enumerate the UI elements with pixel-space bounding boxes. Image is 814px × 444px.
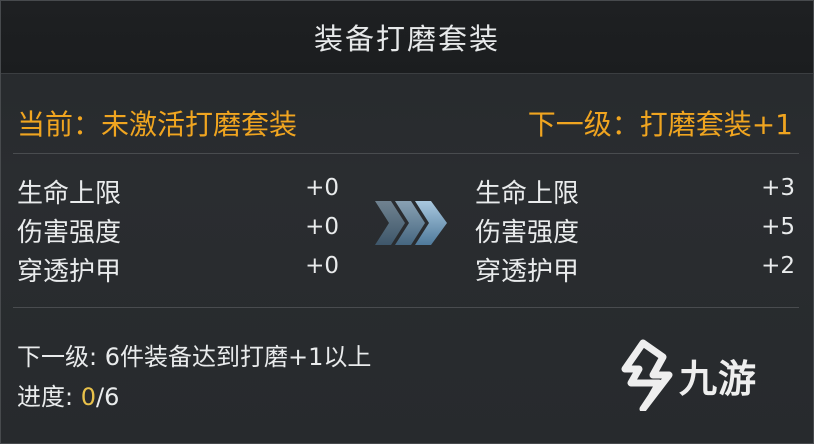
set-status-row: 当前：未激活打磨套装 下一级：打磨套装+1: [1, 97, 813, 149]
stat-row-next: 生命上限 +3: [475, 173, 795, 212]
progress-total: /6: [96, 383, 120, 411]
progress-text: 进度: 0/6: [17, 377, 119, 412]
stat-name: 穿透护甲: [17, 257, 122, 287]
stat-name: 穿透护甲: [475, 257, 580, 287]
set-bonus-panel: 装备打磨套装 当前：未激活打磨套装 下一级：打磨套装+1 生命上限 +0 伤害强…: [0, 0, 814, 444]
stat-value: +3: [761, 175, 795, 201]
stat-value: +0: [305, 214, 339, 240]
stat-name: 伤害强度: [475, 218, 580, 248]
stat-row-current: 生命上限 +0: [17, 173, 339, 212]
panel-title: 装备打磨套装: [313, 22, 500, 56]
next-level-label: 下一级：打磨套装+1: [527, 108, 793, 141]
watermark-text: 九游: [679, 356, 758, 401]
stat-row-next: 伤害强度 +5: [475, 212, 795, 251]
upgrade-arrow-icon: [373, 197, 453, 249]
progress-current: 0: [80, 383, 96, 411]
stat-name: 伤害强度: [17, 218, 122, 248]
divider-bottom: [13, 307, 799, 308]
stat-name: 生命上限: [17, 179, 122, 209]
stat-value: +0: [305, 253, 339, 279]
stat-value: +5: [761, 214, 795, 240]
stat-name: 生命上限: [475, 179, 580, 209]
divider-top: [13, 153, 799, 154]
panel-header: 装备打磨套装: [1, 1, 813, 74]
jiuyou-watermark: 九游: [613, 335, 783, 415]
next-stats: 生命上限 +3 伤害强度 +5 穿透护甲 +2: [475, 173, 795, 289]
stat-value: +2: [761, 253, 795, 279]
stat-row-current: 伤害强度 +0: [17, 212, 339, 251]
progress-label: 进度:: [17, 383, 81, 411]
current-set-label: 当前：未激活打磨套装: [17, 108, 298, 141]
stat-value: +0: [305, 175, 339, 201]
next-level-requirement: 下一级: 6件装备达到打磨+1以上: [17, 343, 372, 371]
stat-row-next: 穿透护甲 +2: [475, 251, 795, 290]
current-stats: 生命上限 +0 伤害强度 +0 穿透护甲 +0: [17, 173, 339, 289]
stat-row-current: 穿透护甲 +0: [17, 251, 339, 290]
jiuyou-logo-icon: [621, 339, 673, 411]
